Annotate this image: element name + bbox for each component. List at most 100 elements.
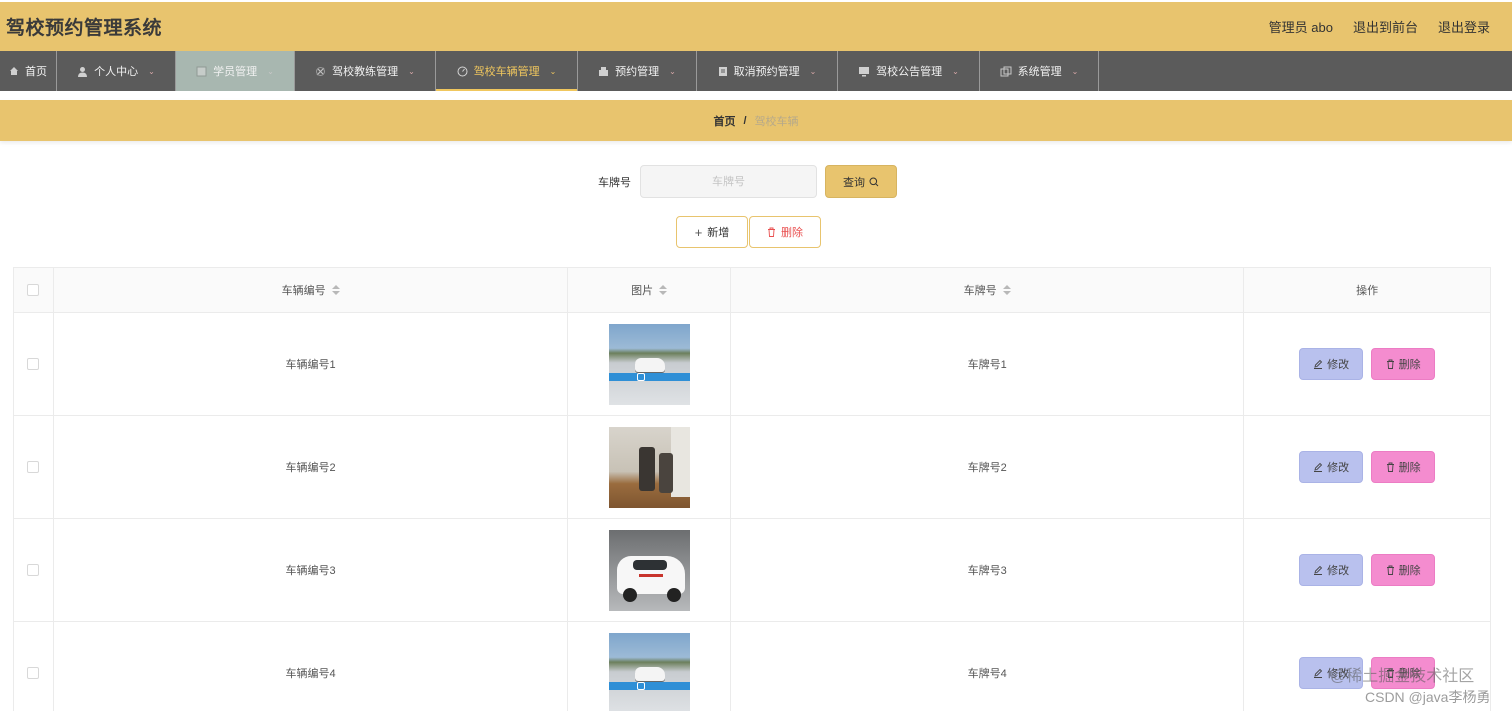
table-row: 车辆编号4 车牌号4 修改 删除 [14, 622, 1490, 711]
student-icon [196, 66, 207, 76]
plate-cell: 车牌号4 [731, 622, 1245, 711]
column-header-number[interactable]: 车辆编号 [54, 268, 569, 312]
row-checkbox[interactable] [27, 564, 40, 576]
row-checkbox[interactable] [27, 358, 40, 370]
nav-label: 取消预约管理 [733, 66, 800, 78]
chevron-down-icon: ⌄ [952, 66, 959, 76]
edit-label: 修改 [1327, 462, 1350, 474]
nav-item-system[interactable]: 系统管理 ⌄ [980, 51, 1099, 91]
delete-label: 删除 [1398, 359, 1421, 371]
header-checkbox-cell [14, 268, 54, 312]
select-all-checkbox[interactable] [27, 284, 40, 296]
back-to-front-link[interactable]: 退出到前台 [1353, 17, 1418, 36]
nav-item-cancellations[interactable]: 取消预约管理 ⌄ [697, 51, 838, 91]
top-header: 驾校预约管理系统 管理员 abo 退出到前台 退出登录 [0, 2, 1512, 51]
nav-label: 驾校教练管理 [332, 66, 399, 78]
training-ground-photo[interactable] [608, 323, 690, 405]
nav-item-coaches[interactable]: 驾校教练管理 ⌄ [295, 51, 436, 91]
search-form: 车牌号 查询 [0, 165, 1512, 198]
sort-icon[interactable] [659, 285, 668, 295]
vehicle-icon [457, 66, 468, 76]
logout-link[interactable]: 退出登录 [1438, 17, 1490, 36]
add-button[interactable]: + 新增 [676, 216, 748, 248]
edit-icon [1314, 565, 1323, 575]
notice-icon [859, 66, 870, 76]
admin-label[interactable]: 管理员 abo [1269, 17, 1333, 36]
header-links: 管理员 abo 退出到前台 退出登录 [1269, 17, 1490, 36]
row-checkbox[interactable] [27, 667, 40, 679]
breadcrumb: 首页 / 驾校车辆 [0, 100, 1512, 141]
nav-label: 学员管理 [213, 66, 258, 78]
row-checkbox-cell [14, 519, 54, 621]
row-actions: 修改 删除 [1244, 416, 1490, 518]
vehicle-image-cell [568, 622, 732, 711]
column-label: 车辆编号 [281, 285, 326, 297]
edit-icon [1314, 462, 1323, 472]
nav-item-notices[interactable]: 驾校公告管理 ⌄ [838, 51, 980, 91]
training-ground-photo[interactable] [608, 632, 690, 711]
user-icon [78, 66, 88, 77]
column-label: 操作 [1356, 285, 1379, 297]
vehicle-image-cell [568, 416, 732, 518]
breadcrumb-home[interactable]: 首页 [713, 113, 735, 129]
search-label: 车牌号 [598, 177, 631, 189]
query-button[interactable]: 查询 [825, 165, 897, 198]
booking-icon [599, 66, 609, 76]
chevron-down-icon: ⌄ [549, 66, 557, 76]
nav-item-students[interactable]: 学员管理 ⌄ [176, 51, 295, 91]
plate-cell: 车牌号2 [731, 416, 1245, 518]
watermark-author: CSDN @java李杨勇 [1365, 689, 1491, 705]
edit-button[interactable]: 修改 [1299, 554, 1364, 586]
edit-icon [1314, 359, 1323, 369]
edit-button[interactable]: 修改 [1299, 348, 1364, 380]
edit-icon [1314, 668, 1323, 678]
table-row: 车辆编号3 车牌号3 修改 删除 [14, 519, 1490, 622]
row-checkbox-cell [14, 313, 54, 415]
vehicle-image-cell [568, 313, 732, 415]
nav-item-vehicles[interactable]: 驾校车辆管理 ⌄ [436, 51, 578, 91]
delete-button[interactable]: 删除 [1371, 348, 1436, 380]
coach-icon [316, 66, 326, 76]
plate-cell: 车牌号1 [731, 313, 1245, 415]
sort-icon[interactable] [1002, 285, 1011, 295]
white-training-car-photo[interactable] [608, 529, 690, 611]
nav-label: 预约管理 [615, 66, 660, 78]
edit-label: 修改 [1327, 359, 1350, 371]
chevron-down-icon: ⌄ [669, 66, 676, 76]
sort-icon[interactable] [331, 285, 340, 295]
trash-icon [768, 227, 775, 237]
home-icon [10, 67, 18, 75]
edit-button[interactable]: 修改 [1299, 451, 1364, 483]
vehicle-number-cell: 车辆编号2 [54, 416, 569, 518]
nav-item-profile[interactable]: 个人中心 ⌄ [57, 51, 176, 91]
delete-label: 删除 [1398, 462, 1421, 474]
column-header-image[interactable]: 图片 [568, 268, 732, 312]
delete-label: 删除 [1398, 565, 1421, 577]
app-title: 驾校预约管理系统 [6, 18, 163, 39]
row-checkbox[interactable] [27, 461, 40, 473]
breadcrumb-separator: / [743, 114, 747, 127]
trash-icon [1386, 462, 1394, 472]
delete-button[interactable]: 删除 [1371, 554, 1436, 586]
plate-cell: 车牌号3 [731, 519, 1245, 621]
delete-button[interactable]: 删除 [1371, 451, 1436, 483]
car-interior-photo[interactable] [608, 426, 690, 508]
chevron-down-icon: ⌄ [408, 66, 415, 76]
column-header-plate[interactable]: 车牌号 [731, 268, 1245, 312]
cancel-icon [718, 66, 727, 76]
row-actions: 修改 删除 [1244, 519, 1490, 621]
nav-label: 个人中心 [94, 66, 139, 78]
vehicle-table: 车辆编号 图片 车牌号 操作 车辆编号1 车牌号1 修改 删除 车辆编号2 车牌… [13, 267, 1491, 711]
nav-item-home[interactable]: 首页 [0, 51, 57, 91]
bulk-actions: + 新增 删除 [0, 216, 1512, 248]
column-label: 车牌号 [963, 285, 997, 297]
chevron-down-icon: ⌄ [148, 66, 155, 76]
vehicle-number-cell: 车辆编号3 [54, 519, 569, 621]
plus-icon: + [694, 224, 703, 240]
nav-item-bookings[interactable]: 预约管理 ⌄ [578, 51, 697, 91]
table-row: 车辆编号1 车牌号1 修改 删除 [14, 313, 1490, 416]
system-icon [1000, 66, 1012, 76]
row-checkbox-cell [14, 622, 54, 711]
bulk-delete-button[interactable]: 删除 [749, 216, 821, 248]
plate-search-input[interactable] [640, 165, 817, 198]
